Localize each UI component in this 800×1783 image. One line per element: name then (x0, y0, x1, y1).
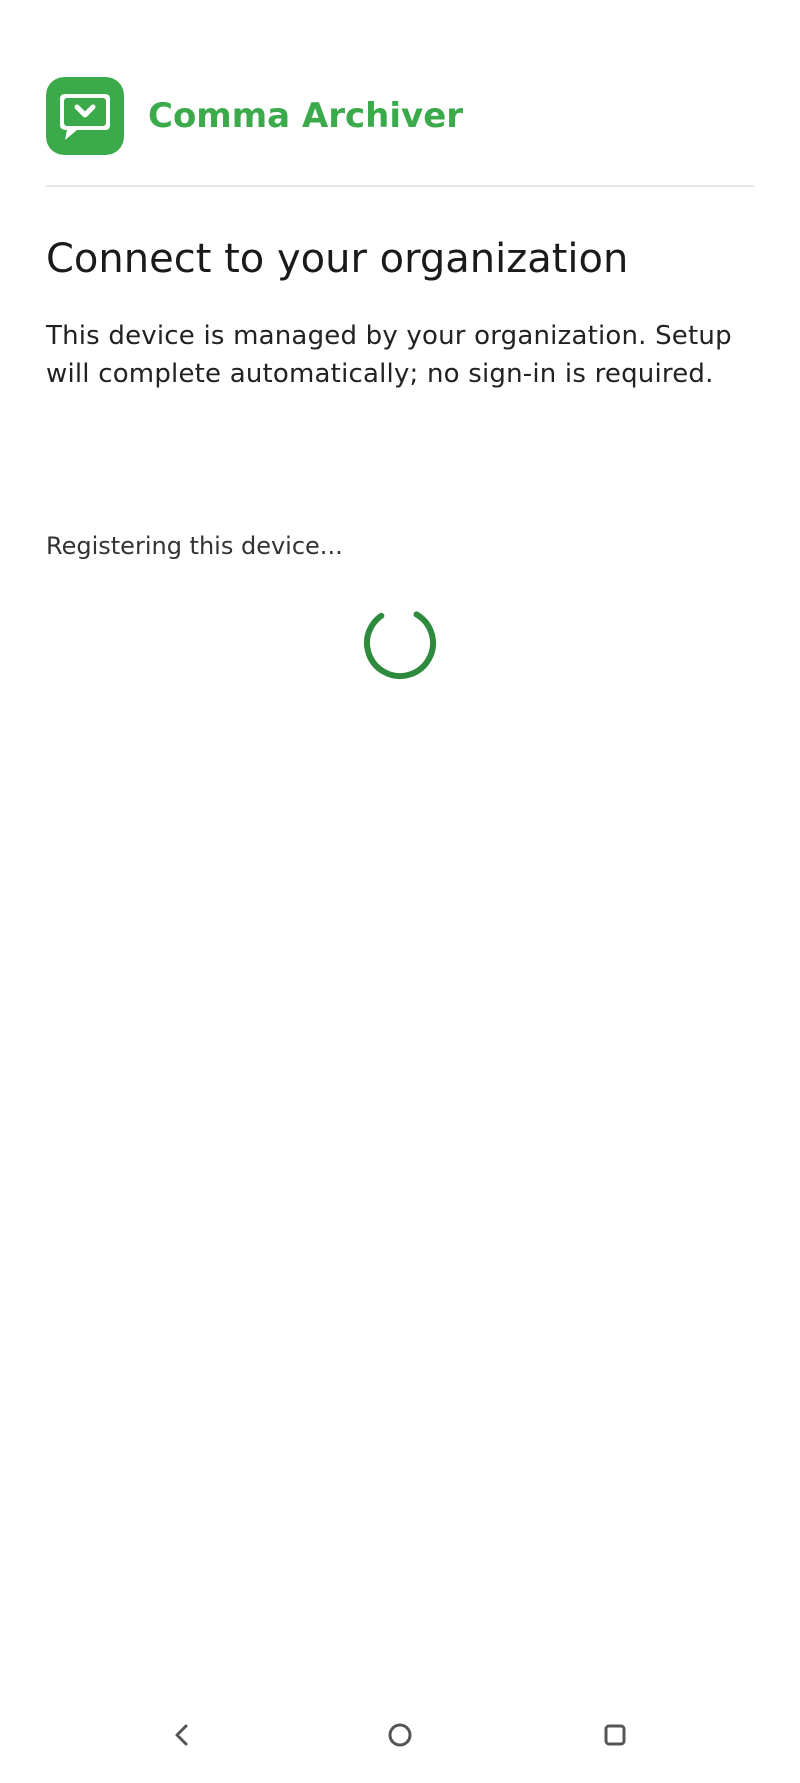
loading-spinner (364, 607, 436, 679)
page-title: Connect to your organization (46, 236, 629, 282)
home-circle-icon (388, 1723, 412, 1747)
nav-home-button[interactable] (365, 1700, 435, 1770)
app-header: Comma Archiver (46, 77, 754, 187)
recents-square-icon (604, 1724, 626, 1746)
app-name: Comma Archiver (148, 96, 464, 136)
header-divider (46, 185, 754, 187)
setup-description: This device is managed by your organizat… (46, 321, 732, 389)
nav-recents-button[interactable] (580, 1700, 650, 1770)
back-chevron-icon (175, 1724, 188, 1746)
chat-bubble-check-icon (46, 77, 124, 155)
nav-back-button[interactable] (147, 1700, 217, 1770)
system-navigation-bar (0, 1700, 800, 1770)
registration-status: Registering this device... (46, 532, 343, 560)
